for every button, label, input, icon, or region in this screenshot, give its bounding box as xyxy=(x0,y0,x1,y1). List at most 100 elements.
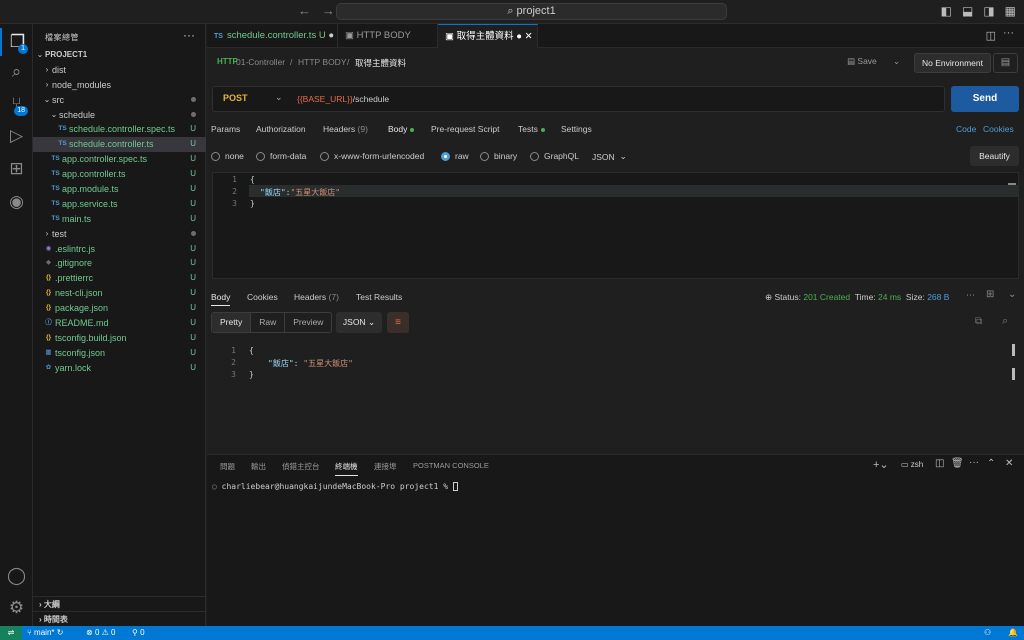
resp-tab-body[interactable]: Body xyxy=(211,292,231,306)
search-icon[interactable]: ⌕ xyxy=(0,58,33,86)
accounts-icon[interactable]: ⚇ xyxy=(984,626,991,640)
terminal-shell[interactable]: ▭ zsh xyxy=(901,460,923,469)
project-root[interactable]: ⌄ PROJECT1 xyxy=(33,48,206,63)
problems-indicator[interactable]: ⊗ 0 ⚠ 0 xyxy=(86,626,115,640)
wrap-lines-icon[interactable]: ≡ xyxy=(387,312,409,333)
layout-icon[interactable]: ⊞ xyxy=(986,289,994,300)
beautify-button[interactable]: Beautify xyxy=(970,146,1019,166)
view-pretty[interactable]: Pretty xyxy=(212,313,252,332)
panel-tab-ports[interactable]: 連接埠 xyxy=(374,461,397,472)
response-format-select[interactable]: JSON ⌄ xyxy=(336,312,382,333)
resp-tab-cookies[interactable]: Cookies xyxy=(247,292,278,302)
new-terminal-icon[interactable]: +⌄ xyxy=(873,458,889,471)
environment-select[interactable]: No Environment xyxy=(914,53,991,73)
tree-file[interactable]: TS schedule.controller.ts U xyxy=(33,137,206,153)
tree-file[interactable]: TS app.controller.ts U xyxy=(33,167,206,182)
save-dropdown-icon[interactable]: ⌄ xyxy=(893,56,900,67)
tree-file[interactable]: TS app.module.ts U xyxy=(33,182,206,197)
trash-icon[interactable]: 🗑 xyxy=(951,458,964,469)
toggle-secondary-sidebar-icon[interactable]: ◨ xyxy=(983,4,994,18)
view-raw[interactable]: Raw xyxy=(251,313,286,332)
cookies-link[interactable]: Cookies xyxy=(983,124,1014,134)
terminal-output[interactable]: ○ charliebear@huangkaijundeMacBook-Pro p… xyxy=(212,482,458,491)
save-response-icon[interactable]: ⋯ xyxy=(966,290,975,301)
radio-urlencoded[interactable]: x-www-form-urlencoded xyxy=(320,151,424,161)
tree-file[interactable]: TS schedule.controller.spec.ts U xyxy=(33,122,206,137)
chevron-down-icon[interactable]: ⌄ xyxy=(275,92,283,103)
tab-settings[interactable]: Settings xyxy=(561,124,592,134)
close-icon[interactable]: ✕ xyxy=(525,31,533,42)
radio-form-data[interactable]: form-data xyxy=(256,151,306,161)
more-actions-icon[interactable]: ··· xyxy=(1003,27,1014,39)
resp-tab-test-results[interactable]: Test Results xyxy=(356,292,402,302)
settings-gear-icon[interactable]: ⚙ xyxy=(0,594,33,622)
tab-headers[interactable]: Headers (9) xyxy=(323,124,368,134)
toggle-sidebar-icon[interactable]: ◧ xyxy=(941,4,952,18)
tab-http-body[interactable]: ▣ HTTP BODY xyxy=(338,24,438,48)
tree-file[interactable]: ✿ yarn.lock U xyxy=(33,361,206,376)
tree-file[interactable]: TS main.ts U xyxy=(33,212,206,227)
tree-folder[interactable]: ⌄ src xyxy=(33,93,206,108)
account-icon[interactable]: ◯ xyxy=(0,562,33,590)
tab-get-body-data[interactable]: ▣ 取得主體資料 ● ✕ xyxy=(438,24,538,48)
url-input[interactable]: {{BASE_URL}}/schedule xyxy=(297,94,389,104)
split-terminal-icon[interactable]: ◫ xyxy=(935,458,944,469)
tree-file[interactable]: {} package.json U xyxy=(33,301,206,316)
run-debug-icon[interactable]: ▷ xyxy=(0,122,33,150)
radio-none[interactable]: none xyxy=(211,151,244,161)
panel-tab-output[interactable]: 輸出 xyxy=(251,461,266,472)
view-preview[interactable]: Preview xyxy=(285,313,331,332)
chevron-down-icon[interactable]: ⌄ xyxy=(1008,289,1016,300)
tree-file[interactable]: ◉ .eslintrc.js U xyxy=(33,242,206,257)
command-center[interactable]: ⌕ project1 xyxy=(336,3,727,20)
panel-tab-terminal[interactable]: 終端機 xyxy=(335,461,358,476)
customize-layout-icon[interactable]: ▦ xyxy=(1005,4,1016,18)
source-control-icon[interactable]: ⑂ 18 xyxy=(0,90,33,118)
panel-tab-debug-console[interactable]: 偵錯主控台 xyxy=(282,461,320,472)
forward-arrow-icon[interactable]: → xyxy=(322,3,335,18)
tree-folder[interactable]: ⌄ schedule xyxy=(33,108,206,123)
branch-indicator[interactable]: ⑂ main* ↻ xyxy=(27,626,63,640)
method-select[interactable]: POST xyxy=(223,93,248,103)
close-icon[interactable]: ✕ xyxy=(1005,458,1013,469)
ports-indicator[interactable]: ⚲ 0 xyxy=(132,626,145,640)
maximize-panel-icon[interactable]: ⌃ xyxy=(987,458,995,469)
tree-file[interactable]: {} .prettierrc U xyxy=(33,271,206,286)
code-link[interactable]: Code xyxy=(956,124,976,134)
save-button[interactable]: ▤ Save xyxy=(847,56,877,67)
search-icon[interactable]: ⌕ xyxy=(1002,315,1008,328)
tab-body[interactable]: Body xyxy=(388,124,415,134)
copy-icon[interactable]: ⧉ xyxy=(975,316,982,327)
tree-file[interactable]: TS app.service.ts U xyxy=(33,197,206,212)
panel-tab-problems[interactable]: 問題 xyxy=(220,461,235,472)
environment-settings-icon[interactable]: ▤ xyxy=(993,53,1018,73)
explorer-icon[interactable]: ❐ 1 xyxy=(0,28,33,56)
radio-binary[interactable]: binary xyxy=(480,151,517,161)
send-button[interactable]: Send xyxy=(951,86,1019,112)
tree-file[interactable]: {} tsconfig.build.json U xyxy=(33,331,206,346)
split-editor-icon[interactable]: ◫ xyxy=(986,29,996,42)
radio-raw[interactable]: raw xyxy=(441,151,469,161)
tree-folder[interactable]: › test xyxy=(33,227,206,242)
back-arrow-icon[interactable]: ← xyxy=(298,3,311,18)
tree-file[interactable]: TS app.controller.spec.ts U xyxy=(33,152,206,167)
tree-file[interactable]: ⓘ README.md U xyxy=(33,316,206,331)
postman-icon[interactable]: ◉ xyxy=(0,188,33,216)
radio-graphql[interactable]: GraphQL xyxy=(530,151,579,161)
notifications-icon[interactable]: 🔔 xyxy=(1008,626,1018,640)
tree-file[interactable]: ◆ .gitignore U xyxy=(33,256,206,271)
more-actions-icon[interactable]: ··· xyxy=(969,457,979,468)
tree-folder[interactable]: › node_modules xyxy=(33,78,206,93)
extensions-icon[interactable]: ⊞ xyxy=(0,155,33,183)
tab-authorization[interactable]: Authorization xyxy=(256,124,306,134)
nav-arrows[interactable]: ← → xyxy=(298,3,335,18)
tab-schedule-controller[interactable]: TS schedule.controller.ts U ● xyxy=(207,24,338,48)
breadcrumb-collection[interactable]: 01-Controller xyxy=(236,57,285,67)
tree-file[interactable]: {} nest-cli.json U xyxy=(33,286,206,301)
tab-pre-request-script[interactable]: Pre-request Script xyxy=(431,124,500,134)
remote-icon[interactable]: ⇌ xyxy=(0,626,22,640)
toggle-panel-icon[interactable]: ⬓ xyxy=(962,4,973,18)
breadcrumb-folder[interactable]: HTTP BODY xyxy=(298,57,347,67)
more-actions-icon[interactable]: ··· xyxy=(183,28,195,42)
resp-tab-headers[interactable]: Headers (7) xyxy=(294,292,339,302)
